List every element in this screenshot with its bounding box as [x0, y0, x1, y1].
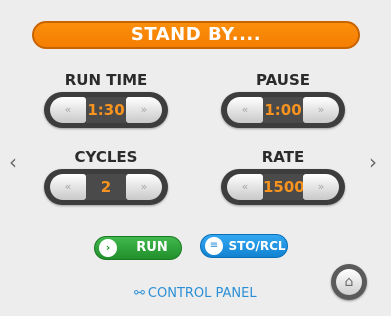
rate-label: RATE — [261, 148, 305, 166]
control-panel-link[interactable]: ⚯ CONTROL PANEL — [134, 285, 257, 303]
cycles-decrease-button[interactable]: « — [50, 174, 86, 200]
cycles-increase-button[interactable]: » — [126, 174, 162, 200]
pause-value: 1:00 — [263, 97, 303, 123]
home-button[interactable]: ⌂ — [331, 264, 367, 300]
run-button[interactable]: › RUN — [94, 236, 182, 260]
status-banner: STAND BY.... — [32, 21, 360, 49]
sto-rcl-button[interactable]: ≡ STO/RCL — [200, 234, 288, 258]
run-button-label: RUN — [136, 240, 168, 255]
rewind-icon: « — [64, 103, 72, 116]
chevron-right-icon: › — [369, 150, 377, 174]
fast-forward-icon: » — [317, 103, 325, 116]
pause-label: PAUSE — [256, 71, 310, 89]
rate-increase-button[interactable]: » — [303, 174, 339, 200]
rewind-icon: « — [241, 180, 249, 193]
next-page-button[interactable]: › — [369, 150, 377, 174]
rewind-icon: « — [241, 103, 249, 116]
pause-stepper: « 1:00 » — [221, 92, 345, 128]
rate-value: 1500 — [263, 174, 305, 200]
run-time-value: 1:30 — [86, 97, 126, 123]
run-time-label: RUN TIME — [64, 71, 148, 89]
fast-forward-icon: » — [317, 180, 325, 193]
run-time-decrease-button[interactable]: « — [50, 97, 86, 123]
run-time-increase-button[interactable]: » — [126, 97, 162, 123]
play-icon: › — [99, 239, 117, 257]
fast-forward-icon: » — [140, 180, 148, 193]
cycles-stepper: « 2 » — [44, 169, 168, 205]
chevron-left-icon: ‹ — [9, 150, 17, 174]
list-icon: ≡ — [205, 237, 223, 255]
pause-decrease-button[interactable]: « — [227, 97, 263, 123]
pause-increase-button[interactable]: » — [303, 97, 339, 123]
previous-page-button[interactable]: ‹ — [9, 150, 17, 174]
status-text: STAND BY.... — [130, 24, 262, 45]
rate-decrease-button[interactable]: « — [227, 174, 263, 200]
home-icon: ⌂ — [336, 269, 362, 295]
cycles-value: 2 — [86, 174, 126, 200]
control-panel-label: CONTROL PANEL — [147, 286, 257, 301]
fast-forward-icon: » — [140, 103, 148, 116]
link-icon: ⚯ — [134, 286, 145, 301]
rate-stepper: « 1500 » — [221, 169, 345, 205]
sto-rcl-button-label: STO/RCL — [228, 239, 286, 253]
rewind-icon: « — [64, 180, 72, 193]
cycles-label: CYCLES — [74, 148, 138, 166]
run-time-stepper: « 1:30 » — [44, 92, 168, 128]
